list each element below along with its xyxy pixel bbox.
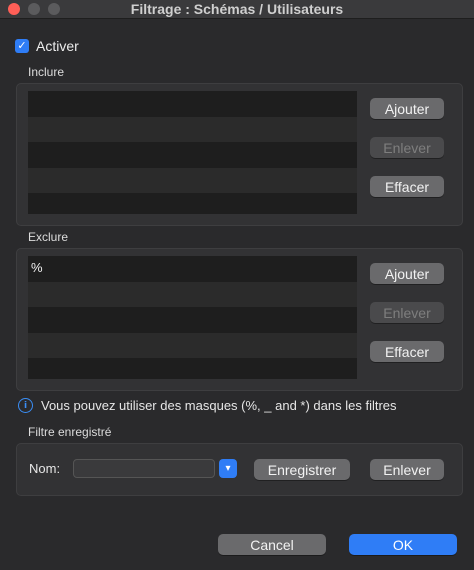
list-item[interactable] bbox=[28, 142, 357, 168]
ok-button[interactable]: OK bbox=[349, 534, 457, 555]
list-item[interactable] bbox=[28, 332, 357, 359]
info-text: Vous pouvez utiliser des masques (%, _ a… bbox=[41, 398, 397, 413]
include-section-label: Inclure bbox=[28, 65, 65, 79]
save-filter-button[interactable]: Enregistrer bbox=[254, 459, 350, 480]
exclude-group: % Ajouter Enlever Effacer bbox=[16, 248, 463, 391]
exclude-section-label: Exclure bbox=[28, 230, 69, 244]
name-label: Nom: bbox=[29, 461, 61, 476]
include-group: Ajouter Enlever Effacer bbox=[16, 83, 463, 226]
info-icon: i bbox=[18, 398, 33, 413]
list-item[interactable] bbox=[28, 358, 357, 379]
dropdown-toggle-button[interactable]: ▾ bbox=[219, 459, 237, 478]
exclude-remove-button[interactable]: Enlever bbox=[370, 302, 444, 323]
list-item[interactable] bbox=[28, 307, 357, 333]
activate-label: Activer bbox=[36, 38, 79, 54]
filter-name-combobox[interactable] bbox=[73, 459, 215, 478]
list-item[interactable] bbox=[28, 91, 357, 117]
checkmark-icon: ✓ bbox=[17, 40, 27, 52]
info-hint: i Vous pouvez utiliser des masques (%, _… bbox=[18, 398, 397, 413]
title-bar: Filtrage : Schémas / Utilisateurs bbox=[0, 0, 474, 19]
chevron-down-icon: ▾ bbox=[225, 463, 231, 474]
list-item[interactable]: % bbox=[28, 256, 357, 282]
activate-checkbox[interactable]: ✓ bbox=[15, 39, 29, 53]
exclude-list[interactable]: % bbox=[28, 256, 357, 379]
include-clear-button[interactable]: Effacer bbox=[370, 176, 444, 197]
list-item[interactable] bbox=[28, 167, 357, 194]
cancel-button[interactable]: Cancel bbox=[218, 534, 326, 555]
window-title: Filtrage : Schémas / Utilisateurs bbox=[130, 1, 344, 17]
list-item[interactable] bbox=[28, 116, 357, 143]
include-list[interactable] bbox=[28, 91, 357, 214]
exclude-clear-button[interactable]: Effacer bbox=[370, 341, 444, 362]
exclude-add-button[interactable]: Ajouter bbox=[370, 263, 444, 284]
activate-checkbox-row[interactable]: ✓ Activer bbox=[15, 38, 79, 54]
list-item[interactable] bbox=[28, 193, 357, 214]
remove-saved-filter-button[interactable]: Enlever bbox=[370, 459, 444, 480]
list-item[interactable] bbox=[28, 281, 357, 308]
saved-filter-group: Nom: ▾ Enregistrer Enlever bbox=[16, 443, 463, 496]
include-remove-button[interactable]: Enlever bbox=[370, 137, 444, 158]
include-add-button[interactable]: Ajouter bbox=[370, 98, 444, 119]
saved-filter-label: Filtre enregistré bbox=[28, 425, 112, 439]
